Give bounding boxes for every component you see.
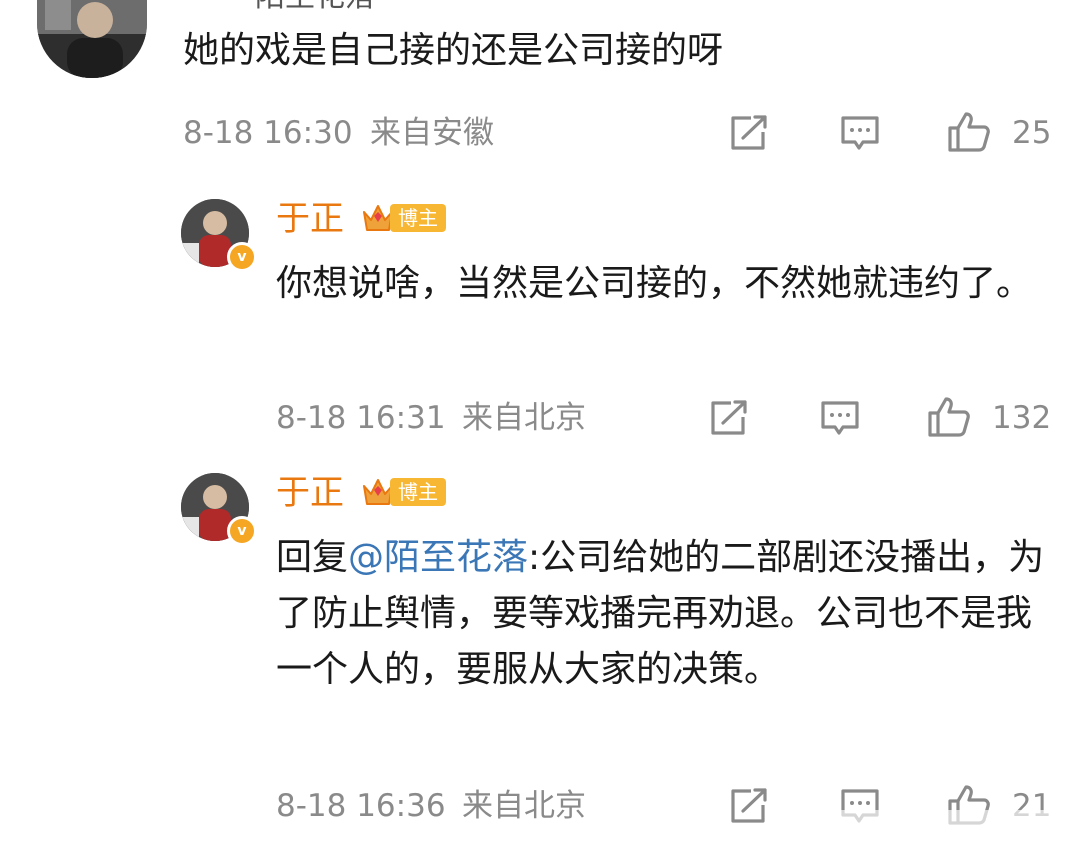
share-button[interactable] — [728, 786, 770, 826]
watermark-overlay — [828, 810, 1078, 850]
reply-text: 回复@陌至花落:公司给她的二部剧还没播出，为了防止舆情，要等戏播完再劝退。公司也… — [276, 530, 1046, 698]
comment-icon — [841, 116, 879, 150]
top-comment-location: 来自安徽 — [370, 115, 494, 151]
mention-link[interactable]: @陌至花落 — [348, 537, 528, 578]
comment-icon — [821, 401, 859, 435]
like-button[interactable] — [926, 395, 972, 439]
share-icon — [731, 788, 767, 823]
like-count: 132 — [992, 400, 1052, 436]
reply-location: 来自北京 — [462, 400, 586, 436]
reply-time: 8-18 16:31 — [276, 400, 446, 436]
reply-username[interactable]: 于正 — [276, 472, 344, 514]
thumbs-up-icon — [928, 397, 970, 437]
top-comment-time: 8-18 16:30 — [183, 115, 353, 151]
share-icon — [711, 400, 747, 435]
reply-time: 8-18 16:36 — [276, 788, 446, 824]
reply-text: 你想说啥，当然是公司接的，不然她就违约了。 — [276, 263, 1033, 304]
blogger-badge: 博主 — [390, 478, 446, 506]
thumbs-up-icon — [948, 112, 990, 152]
verified-icon: v — [227, 516, 257, 546]
top-comment-username[interactable]: 陌至花落 — [255, 0, 375, 12]
blogger-badge: 博主 — [390, 204, 446, 232]
comment-button[interactable] — [818, 398, 862, 438]
verified-icon: v — [227, 242, 257, 272]
reply-username[interactable]: 于正 — [276, 198, 344, 240]
share-icon — [731, 115, 767, 150]
reply-location: 来自北京 — [462, 788, 586, 824]
like-button[interactable] — [946, 110, 992, 154]
top-comment-text: 她的戏是自己接的还是公司接的呀 — [183, 30, 724, 71]
share-button[interactable] — [728, 113, 770, 153]
reply-prefix: 回复 — [276, 537, 349, 578]
like-count: 25 — [1012, 115, 1052, 151]
top-comment-avatar[interactable] — [37, 0, 147, 78]
comment-button[interactable] — [838, 113, 882, 153]
share-button[interactable] — [708, 398, 750, 438]
